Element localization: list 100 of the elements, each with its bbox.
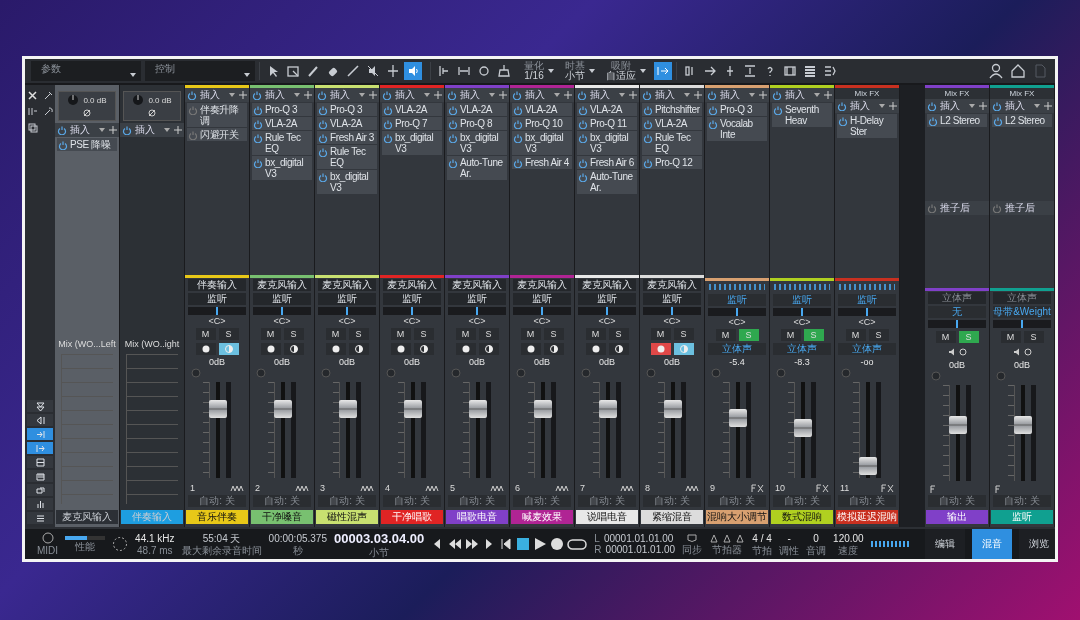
- solo-button[interactable]: S: [413, 327, 434, 340]
- automation-button[interactable]: 自动: 关: [643, 495, 701, 507]
- dropdown[interactable]: 控制: [145, 61, 255, 81]
- power-icon[interactable]: [643, 105, 653, 115]
- power-icon[interactable]: [317, 90, 327, 100]
- fader-thumb[interactable]: [794, 419, 812, 438]
- input-label[interactable]: 麦克风输入: [56, 510, 118, 524]
- mode-button[interactable]: 监听: [773, 294, 831, 306]
- output-selector[interactable]: 立体声: [773, 343, 831, 355]
- mode-button[interactable]: 监听: [838, 294, 896, 306]
- insert-slot[interactable]: Pro-Q 11: [577, 117, 637, 130]
- automation-button[interactable]: 自动: 关: [838, 495, 896, 507]
- precount-icon[interactable]: [722, 533, 733, 543]
- view-tab[interactable]: 编辑: [924, 529, 965, 559]
- power-icon[interactable]: [578, 172, 588, 182]
- caret-icon[interactable]: [163, 126, 171, 134]
- channel-name[interactable]: 输出: [926, 510, 988, 524]
- insert-slot[interactable]: VLA-2A: [382, 103, 442, 116]
- fader-thumb[interactable]: [404, 399, 422, 418]
- insert-slot[interactable]: Seventh Heav: [772, 103, 832, 127]
- speaker-icon[interactable]: [1012, 347, 1021, 356]
- power-icon[interactable]: [122, 125, 132, 135]
- insert-slot[interactable]: Auto-Tune Ar.: [577, 170, 637, 194]
- monitor-button[interactable]: [283, 342, 304, 355]
- power-icon[interactable]: [58, 140, 68, 150]
- power-icon[interactable]: [448, 119, 458, 129]
- click-icon[interactable]: [709, 533, 720, 543]
- pin-icon[interactable]: [42, 90, 54, 101]
- power-icon[interactable]: [707, 90, 717, 100]
- mute-button[interactable]: M: [260, 327, 281, 340]
- input-selector[interactable]: 麦克风输入: [513, 279, 571, 291]
- input-selector[interactable]: 麦克风输入: [318, 279, 376, 291]
- fader-thumb[interactable]: [729, 409, 747, 428]
- channel-name[interactable]: 紧缩混音: [641, 510, 703, 524]
- plus-icon[interactable]: [629, 91, 637, 99]
- record-button[interactable]: [455, 342, 476, 355]
- metronome-icon[interactable]: [735, 533, 746, 543]
- transport-button[interactable]: [465, 536, 480, 552]
- mute-button[interactable]: M: [845, 328, 866, 341]
- insert-slot[interactable]: Fresh Air 4: [512, 156, 572, 169]
- solo-button[interactable]: S: [478, 327, 499, 340]
- knob-icon[interactable]: [132, 94, 145, 106]
- panel-toggle[interactable]: [27, 456, 53, 468]
- channel-name[interactable]: 说唱电音: [576, 510, 638, 524]
- mode-button[interactable]: 监听: [253, 293, 311, 305]
- input-selector[interactable]: 麦克风输入: [383, 279, 441, 291]
- speaker-icon[interactable]: [947, 347, 956, 356]
- fader-thumb[interactable]: [949, 416, 967, 435]
- power-icon[interactable]: [643, 119, 653, 129]
- plus-icon[interactable]: [369, 91, 377, 99]
- tool-button[interactable]: [987, 62, 1005, 80]
- caret-icon[interactable]: [878, 102, 886, 110]
- stop-button[interactable]: [516, 536, 531, 552]
- insert-slot[interactable]: Rule Tec EQ: [642, 131, 702, 155]
- phase-icon[interactable]: [147, 108, 157, 118]
- mode-button[interactable]: 监听: [383, 293, 441, 305]
- insert-slot[interactable]: Pitchshifter: [642, 103, 702, 116]
- loop-button[interactable]: [567, 536, 588, 552]
- automation-button[interactable]: 自动: 关: [188, 495, 246, 507]
- insert-slot[interactable]: Fresh Air 6: [577, 156, 637, 169]
- panel-toggle[interactable]: [27, 400, 53, 412]
- tool-button[interactable]: [495, 62, 513, 80]
- panel-toggle[interactable]: [27, 512, 53, 524]
- power-icon[interactable]: [383, 133, 393, 143]
- mute-button[interactable]: M: [585, 327, 606, 340]
- caret-icon[interactable]: [968, 102, 976, 110]
- insert-slot[interactable]: L2 Stereo: [992, 114, 1052, 127]
- insert-slot[interactable]: Pro-Q 3: [317, 103, 377, 116]
- plus-icon[interactable]: [564, 91, 572, 99]
- panel-toggle[interactable]: [27, 498, 53, 510]
- mode-button[interactable]: 监听: [448, 293, 506, 305]
- power-icon[interactable]: [253, 105, 263, 115]
- dropdown[interactable]: 参数: [31, 61, 141, 81]
- pan-slider[interactable]: [708, 308, 766, 316]
- monitor-button[interactable]: [348, 342, 369, 355]
- insert-slot[interactable]: 闪避开关: [187, 128, 247, 141]
- insert-slot[interactable]: VLA-2A: [447, 103, 507, 116]
- mode-button[interactable]: 监听: [188, 293, 246, 305]
- output-selector[interactable]: 立体声: [708, 343, 766, 355]
- wrench-icon[interactable]: [42, 106, 54, 117]
- channel-name[interactable]: 喊麦效果: [511, 510, 573, 524]
- insert-slot[interactable]: Pro-Q 3: [707, 103, 767, 116]
- mode-button[interactable]: 监听: [708, 294, 766, 306]
- mute-button[interactable]: M: [195, 327, 216, 340]
- insert-slot[interactable]: Pro-Q 3: [252, 103, 312, 116]
- pan-slider[interactable]: [318, 307, 376, 315]
- mute-button[interactable]: M: [1000, 330, 1021, 343]
- power-icon[interactable]: [927, 203, 937, 213]
- automation-button[interactable]: 自动: 关: [708, 495, 766, 507]
- insert-slot[interactable]: L2 Stereo: [927, 114, 987, 127]
- pan-slider[interactable]: [513, 307, 571, 315]
- solo-button[interactable]: S: [868, 328, 889, 341]
- plus-icon[interactable]: [304, 91, 312, 99]
- plus-icon[interactable]: [889, 102, 897, 110]
- phase-icon[interactable]: [82, 108, 92, 118]
- tool-button[interactable]: [1009, 62, 1027, 80]
- automation-button[interactable]: 自动: 关: [318, 495, 376, 507]
- automation-button[interactable]: 自动: 关: [513, 495, 571, 507]
- solo-button[interactable]: S: [673, 327, 694, 340]
- power-icon[interactable]: [318, 172, 328, 182]
